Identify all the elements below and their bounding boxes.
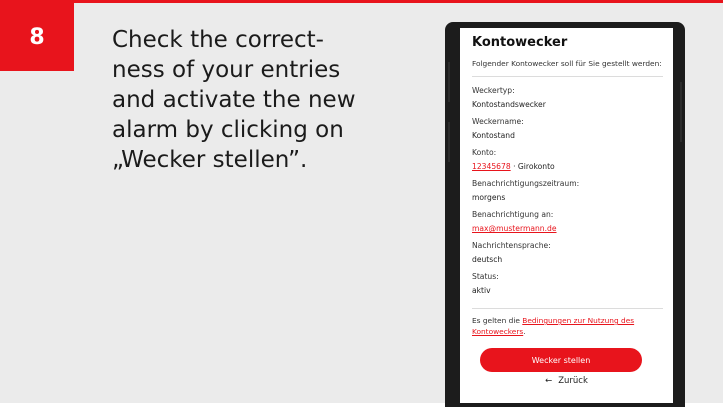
back-button[interactable]: ← Zurück [460,376,673,386]
field-value: aktiv [472,286,491,295]
field-account: Konto: 12345678 · Girokonto [472,146,667,177]
field-label: Benachrichtigungszeitraum: [472,179,580,188]
instruction-line: Check the correct- [112,27,324,53]
instruction-line: alarm by clicking on [112,117,344,143]
alarm-details: Weckertyp: Kontostandswecker Weckername:… [472,84,667,301]
field-value: max@mustermann.de [472,221,667,236]
instruction-line: „Wecker stellen”. [112,147,308,173]
back-label: Zurück [558,376,588,386]
field-message-language: Nachrichtensprache: deutsch [472,239,667,270]
terms-suffix: . [523,327,526,336]
phone-side-button [448,62,450,102]
field-value: deutsch [472,255,503,264]
screen-title: Kontowecker [472,35,568,50]
account-type: · Girokonto [510,162,555,171]
phone-side-button [680,82,682,142]
field-label: Nachrichtensprache: [472,241,551,250]
field-notification-to: Benachrichtigung an: max@mustermann.de [472,208,667,239]
field-label: Konto: [472,148,497,157]
field-notification-period: Benachrichtigungszeitraum: morgens [472,177,667,208]
instruction-line: and activate the new [112,87,356,113]
field-value: 12345678 · Girokonto [472,159,667,174]
email-link[interactable]: max@mustermann.de [472,224,557,233]
step-number-badge: 8 [0,3,74,71]
account-number-link[interactable]: 12345678 [472,162,511,171]
field-label: Weckername: [472,117,524,126]
field-label: Status: [472,272,499,281]
field-label: Weckertyp: [472,86,515,95]
field-alarm-type: Weckertyp: Kontostandswecker [472,84,667,115]
field-value: Kontostand [472,131,515,140]
field-alarm-name: Weckername: Kontostand [472,115,667,146]
phone-screen: Kontowecker Folgender Kontowecker soll f… [460,28,673,403]
divider [472,76,663,77]
divider [472,308,663,309]
instruction-line: ness of your entries [112,57,341,83]
screen-subtitle: Folgender Kontowecker soll für Sie geste… [472,59,662,68]
field-status: Status: aktiv [472,270,667,301]
instruction-text: Check the correct- ness of your entries … [112,25,402,175]
field-label: Benachrichtigung an: [472,210,554,219]
terms-prefix: Es gelten die [472,316,523,325]
arrow-left-icon: ← [545,376,553,386]
set-alarm-button[interactable]: Wecker stellen [480,348,642,372]
field-value: morgens [472,193,506,202]
phone-side-button [448,122,450,162]
terms-notice: Es gelten die Bedingungen zur Nutzung de… [472,315,667,337]
field-value: Kontostandswecker [472,100,546,109]
